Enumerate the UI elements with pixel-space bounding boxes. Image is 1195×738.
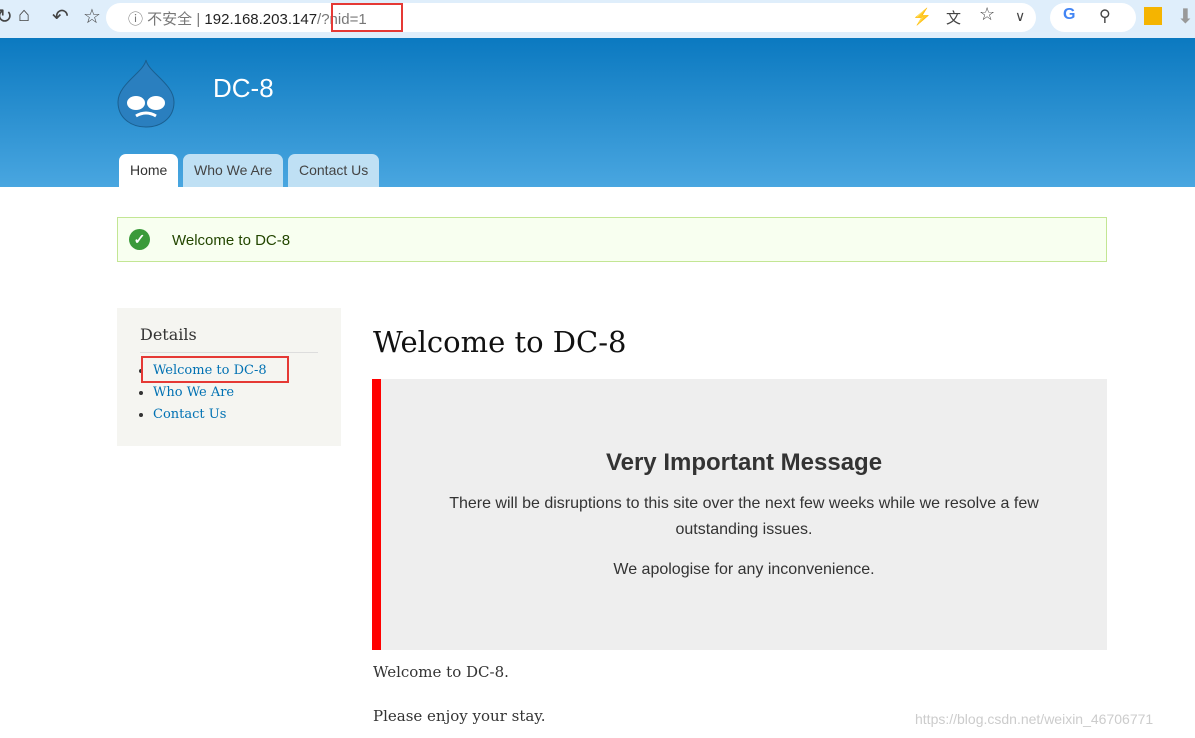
check-icon: ✓ xyxy=(129,229,150,250)
info-icon: ⓘ xyxy=(128,11,148,28)
site-header xyxy=(0,38,1195,187)
sidebar-title: Details xyxy=(140,325,318,353)
watermark: https://blog.csdn.net/weixin_46706771 xyxy=(915,711,1154,727)
security-label: 不安全 xyxy=(147,11,193,28)
home-icon[interactable]: ⌂ xyxy=(18,4,30,27)
notice-heading: Very Important Message xyxy=(605,449,883,476)
status-message: ✓ Welcome to DC-8 xyxy=(117,217,1107,262)
google-icon[interactable]: G xyxy=(1063,6,1075,24)
body-text: Welcome to DC-8. xyxy=(373,663,509,681)
url-host: 192.168.203.147 xyxy=(204,11,318,28)
highlight-box xyxy=(141,356,289,383)
extension-icon[interactable] xyxy=(1144,7,1162,25)
tab-home[interactable]: Home xyxy=(119,154,179,187)
notice-text: We apologise for any inconvenience. xyxy=(613,561,875,578)
highlight-box xyxy=(331,3,403,32)
sidebar-link-contact-us[interactable]: Contact Us xyxy=(153,407,226,422)
notice-text: There will be disruptions to this site o… xyxy=(449,495,1039,538)
lightning-icon[interactable]: ⚡ xyxy=(912,7,932,27)
back-icon[interactable]: ↶ xyxy=(52,4,69,29)
site-name[interactable]: DC-8 xyxy=(213,73,274,104)
tab-contact-us[interactable]: Contact Us xyxy=(288,154,380,187)
browser-toolbar: ↻ ⌂ ↶ ☆ ⓘ 不安全 | 192.168.203.147/?nid=1 ⚡… xyxy=(0,0,1195,38)
body-text: Please enjoy your stay. xyxy=(373,707,546,725)
sidebar-link-who-we-are[interactable]: Who We Are xyxy=(153,385,234,400)
search-icon[interactable]: ⚲ xyxy=(1099,6,1111,26)
star-icon[interactable]: ☆ xyxy=(979,4,995,25)
download-icon[interactable]: ⬇ xyxy=(1177,4,1194,29)
reload-icon[interactable]: ↻ xyxy=(0,4,13,29)
translate-icon[interactable]: 文 xyxy=(946,7,961,28)
status-text: Welcome to DC-8 xyxy=(172,232,291,249)
tab-who-we-are[interactable]: Who We Are xyxy=(183,154,284,187)
bookmark-star-icon[interactable]: ☆ xyxy=(83,4,101,29)
drupal-logo-icon[interactable] xyxy=(114,58,178,128)
chevron-down-icon[interactable]: ∨ xyxy=(1015,8,1025,25)
notice-box: Very Important Message There will be dis… xyxy=(372,379,1107,650)
page-title: Welcome to DC-8 xyxy=(373,325,627,359)
